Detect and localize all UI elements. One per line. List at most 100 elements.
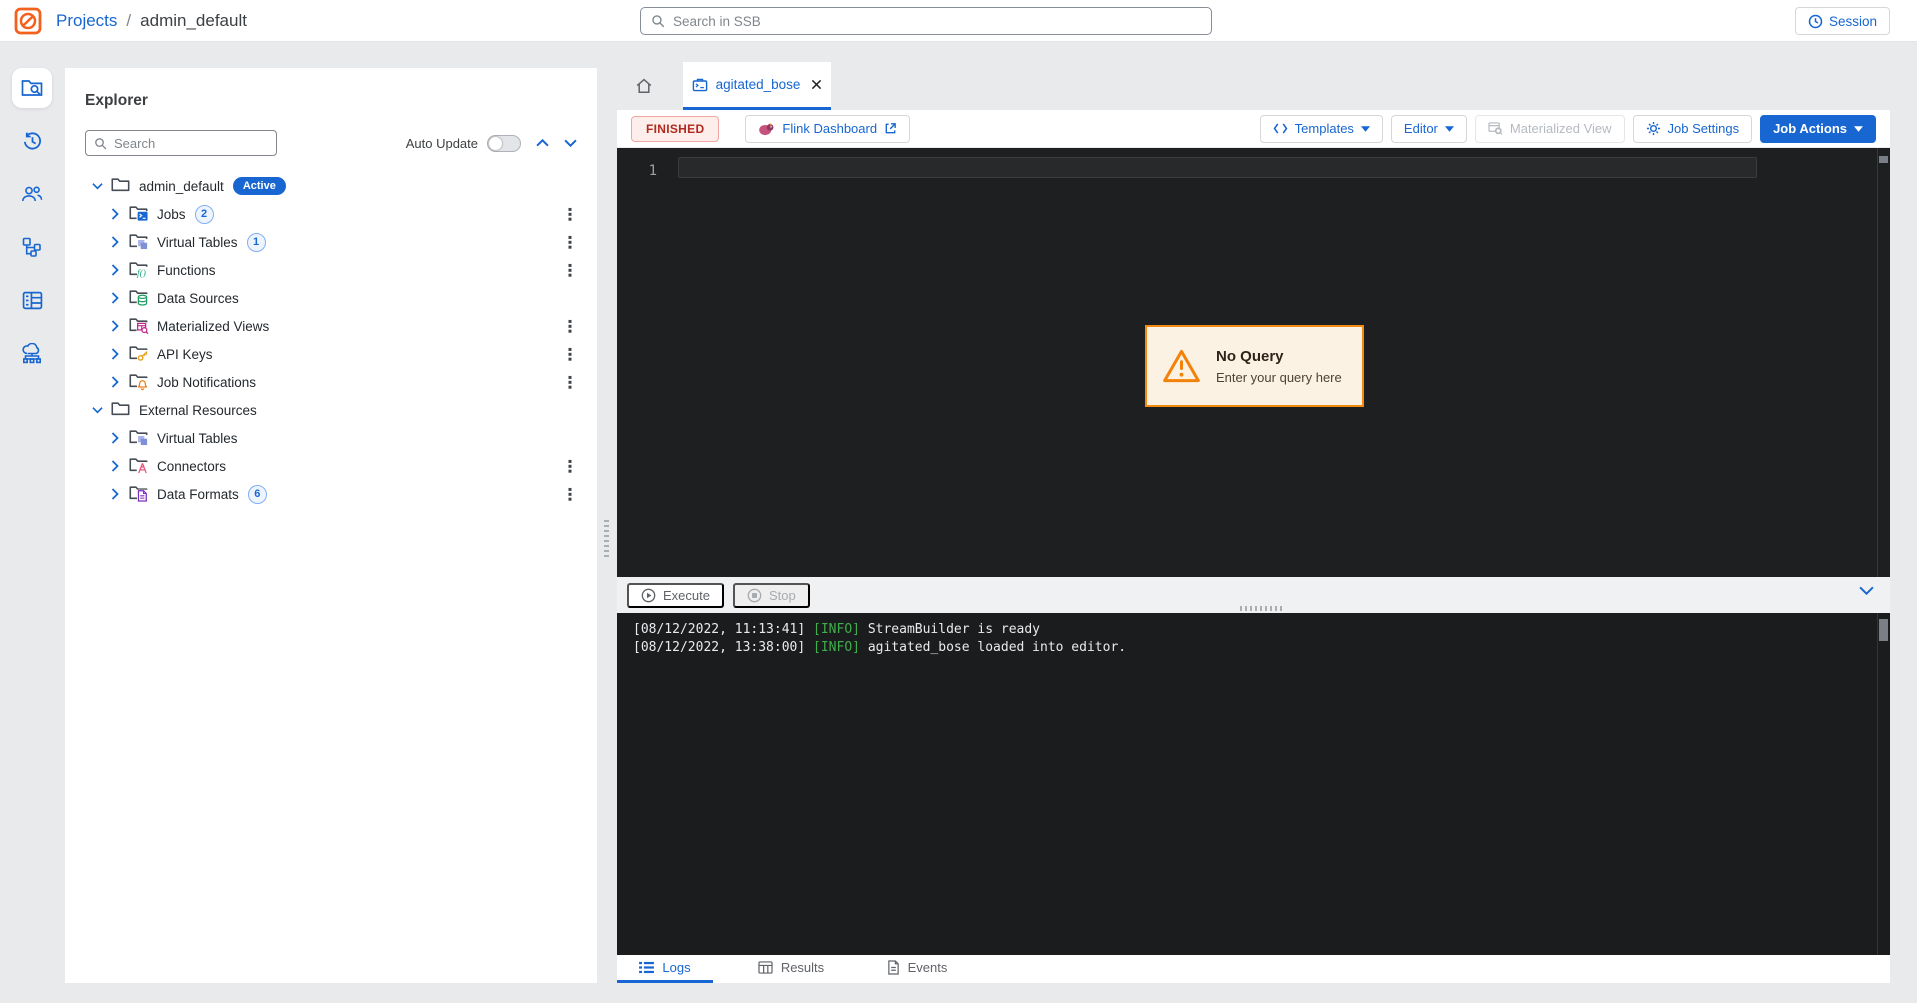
chevron-right-icon[interactable] <box>107 292 123 304</box>
tree-row-job-notifications[interactable]: Job Notifications <box>65 368 597 396</box>
templates-button[interactable]: Templates <box>1260 115 1383 143</box>
tree-row-virtual-tables[interactable]: Virtual Tables1 <box>65 228 597 256</box>
close-tab-icon[interactable] <box>811 79 822 90</box>
tree-row-data-formats[interactable]: Data Formats6 <box>65 480 597 508</box>
explorer-search-input[interactable] <box>114 136 268 151</box>
kebab-menu-icon[interactable] <box>561 319 579 334</box>
history-clock-icon <box>22 131 43 152</box>
chevron-down-icon[interactable] <box>89 182 105 190</box>
kebab-menu-icon[interactable] <box>561 487 579 502</box>
kebab-menu-icon[interactable] <box>561 207 579 222</box>
flow-chart-icon <box>22 237 42 257</box>
explorer-search-box <box>85 130 277 156</box>
log-line: [08/12/2022, 13:38:00] [INFO] agitated_b… <box>633 639 1870 657</box>
kebab-menu-icon[interactable] <box>561 347 579 362</box>
chevron-right-icon[interactable] <box>107 236 123 248</box>
tree-row-external-resources[interactable]: External Resources <box>65 396 597 424</box>
chevron-down-icon[interactable] <box>89 406 105 414</box>
chevron-right-icon[interactable] <box>107 320 123 332</box>
log-resize-handle[interactable] <box>1240 606 1282 611</box>
editor-scrollbar-thumb[interactable] <box>1879 156 1888 163</box>
editor-line-number: 1 <box>633 163 657 179</box>
tree-row-connectors[interactable]: Connectors <box>65 452 597 480</box>
tab-label: Results <box>781 960 824 975</box>
top-bar: Projects / admin_default Session <box>0 0 1917 42</box>
active-badge: Active <box>233 177 286 195</box>
virtual-tables-folder-icon <box>129 233 149 251</box>
sql-editor[interactable]: 1 No Query Enter your query here <box>617 148 1890 577</box>
collapse-all-icon[interactable] <box>536 139 549 147</box>
editor-button[interactable]: Editor <box>1391 115 1467 143</box>
tab-agitated-bose[interactable]: agitated_bose <box>683 62 831 110</box>
execute-button[interactable]: Execute <box>627 583 724 608</box>
tree-row-functions[interactable]: f() Functions <box>65 256 597 284</box>
log-scrollbar-thumb[interactable] <box>1879 619 1888 641</box>
flink-dashboard-label: Flink Dashboard <box>782 121 877 136</box>
app-logo-icon[interactable] <box>14 7 42 35</box>
panel-resize-handle[interactable] <box>604 520 609 557</box>
icon-rail <box>0 42 64 1003</box>
tree-row-jobs[interactable]: Jobs2 <box>65 200 597 228</box>
code-icon <box>1273 123 1288 134</box>
tree-row-materialized-views[interactable]: Materialized Views <box>65 312 597 340</box>
log-message: agitated_bose loaded into editor. <box>868 640 1126 655</box>
chevron-right-icon[interactable] <box>107 376 123 388</box>
tree-row-data-sources[interactable]: Data Sources <box>65 284 597 312</box>
svg-text:f(): f() <box>137 268 146 279</box>
log-scrollbar[interactable] <box>1877 613 1890 955</box>
global-search-input[interactable] <box>673 14 1201 29</box>
job-actions-button[interactable]: Job Actions <box>1760 115 1876 143</box>
tree-row-api-keys[interactable]: API Keys <box>65 340 597 368</box>
expand-all-icon[interactable] <box>564 139 577 147</box>
tree-row-admin-default[interactable]: admin_defaultActive <box>65 172 597 200</box>
no-query-warning: No Query Enter your query here <box>1145 325 1364 407</box>
stop-button[interactable]: Stop <box>733 583 810 608</box>
tab-results[interactable]: Results <box>743 955 839 983</box>
collapse-editor-icon[interactable] <box>1859 586 1874 595</box>
rail-item-history[interactable] <box>12 121 52 161</box>
kebab-menu-icon[interactable] <box>561 459 579 474</box>
grid-board-icon <box>22 291 43 310</box>
tree-row-virtual-tables[interactable]: Virtual Tables <box>65 424 597 452</box>
log-message: StreamBuilder is ready <box>868 622 1040 637</box>
chevron-right-icon[interactable] <box>107 488 123 500</box>
rail-item-users[interactable] <box>12 174 52 214</box>
kebab-menu-icon[interactable] <box>561 375 579 390</box>
editor-current-line[interactable] <box>678 157 1757 178</box>
log-line: [08/12/2022, 11:13:41] [INFO] StreamBuil… <box>633 621 1870 639</box>
chevron-right-icon[interactable] <box>107 264 123 276</box>
count-badge: 1 <box>247 233 266 252</box>
rail-item-boards[interactable] <box>12 280 52 320</box>
session-button[interactable]: Session <box>1795 7 1890 35</box>
tab-logs[interactable]: Logs <box>617 955 713 983</box>
folder-search-icon <box>21 78 43 98</box>
rail-item-cloud[interactable] <box>12 333 52 373</box>
job-actions-label: Job Actions <box>1773 121 1847 136</box>
kebab-menu-icon[interactable] <box>561 263 579 278</box>
tree-item-label: Connectors <box>157 459 226 474</box>
flink-dashboard-button[interactable]: Flink Dashboard <box>745 115 910 143</box>
chevron-right-icon[interactable] <box>107 460 123 472</box>
toolbar-right-group: Templates Editor Materialized View Job S… <box>1260 115 1876 143</box>
rail-item-lineage[interactable] <box>12 227 52 267</box>
chevron-right-icon[interactable] <box>107 208 123 220</box>
tab-events[interactable]: Events <box>869 955 965 983</box>
list-icon <box>639 961 654 974</box>
rail-item-explorer[interactable] <box>12 68 52 108</box>
editor-scrollbar[interactable] <box>1877 148 1890 577</box>
job-settings-button[interactable]: Job Settings <box>1633 115 1753 143</box>
chevron-right-icon[interactable] <box>107 432 123 444</box>
materialized-view-button[interactable]: Materialized View <box>1475 115 1625 143</box>
home-tab[interactable] <box>617 62 671 110</box>
breadcrumb-projects-link[interactable]: Projects <box>56 11 117 31</box>
chevron-right-icon[interactable] <box>107 348 123 360</box>
log-panel: [08/12/2022, 11:13:41] [INFO] StreamBuil… <box>617 613 1890 955</box>
kebab-menu-icon[interactable] <box>561 235 579 250</box>
clock-icon <box>1808 14 1823 29</box>
auto-update-toggle[interactable] <box>487 135 521 152</box>
tree-item-label: External Resources <box>139 403 257 418</box>
tree-item-label: Functions <box>157 263 216 278</box>
bottom-tab-bar: Logs Results Events <box>617 955 1890 983</box>
main-panel: agitated_bose FINISHED Flink Dashboard T… <box>617 62 1890 983</box>
materialized-view-icon <box>1488 122 1503 135</box>
